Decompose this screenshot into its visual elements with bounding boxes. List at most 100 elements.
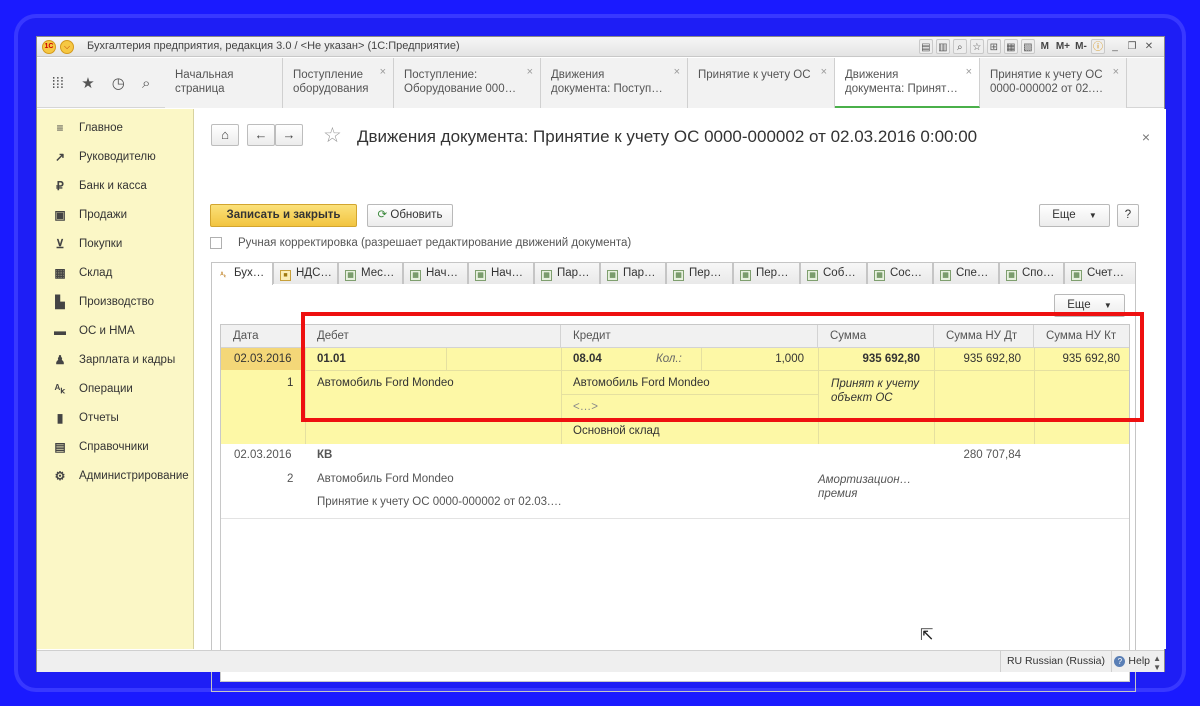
search-doc-icon[interactable]: ⌕ (952, 39, 967, 54)
credit-subconto-3: Основной склад (573, 425, 660, 437)
apps-grid-icon[interactable]: ⁞⁞⁞ (52, 75, 65, 92)
register-icon: ▦ (345, 270, 356, 281)
bar-chart-icon: ▮ (56, 410, 64, 425)
reg-tab-label: Нач… (491, 267, 523, 279)
search-icon[interactable]: ⌕ (142, 75, 150, 92)
memory-plus-button[interactable]: M+ (1055, 39, 1071, 54)
minimize-button[interactable]: _ (1108, 39, 1122, 54)
preview-icon[interactable]: ▥ (935, 39, 950, 54)
sidebar-item-production[interactable]: ▙ Производство (37, 287, 193, 316)
favorite-star-icon[interactable]: ☆ (323, 123, 342, 148)
chevron-down-icon: ▼ (1088, 211, 1097, 220)
forward-button[interactable]: → (275, 124, 303, 146)
close-form-icon[interactable]: × (1142, 129, 1150, 145)
sidebar-item-bank[interactable]: ₽ Банк и касса (37, 171, 193, 200)
sidebar-item-catalogs[interactable]: ▤ Справочники (37, 432, 193, 461)
column-date[interactable]: Дата (221, 325, 305, 348)
sidebar-item-manager[interactable]: ↗ Руководителю (37, 142, 193, 171)
register-icon: ▦ (673, 270, 684, 281)
tab-register-8[interactable]: ▦ Пер… (666, 262, 733, 284)
refresh-button[interactable]: ⟳ Обновить (367, 204, 453, 227)
tab-register-13[interactable]: ▦ Спо… (999, 262, 1064, 284)
register-icon: ▦ (410, 270, 421, 281)
close-tab-icon[interactable]: × (821, 65, 827, 79)
sidebar-item-warehouse[interactable]: ▦ Склад (37, 258, 193, 287)
tab-register-12[interactable]: ▦ Спе… (933, 262, 999, 284)
register-icon: ▦ (1071, 270, 1082, 281)
tab-accounting-register[interactable]: ᴬₖ Бух… (211, 262, 273, 285)
help-label: Help (1128, 655, 1150, 667)
tab-equipment-receipt[interactable]: Поступление: Оборудование 000… × (394, 58, 541, 108)
close-tab-icon[interactable]: × (380, 65, 386, 79)
more-button[interactable]: Еще ▼ (1039, 204, 1110, 227)
tab-label: Поступление: Оборудование 000… (404, 69, 517, 95)
manual-edit-label: Ручная корректировка (разрешает редактир… (238, 237, 632, 249)
register-icon: ■ (280, 270, 291, 281)
history-clock-icon[interactable]: ◷ (112, 74, 125, 92)
tab-register-9[interactable]: ▦ Пер… (733, 262, 800, 284)
tab-register-14[interactable]: ▦ Счет… (1064, 262, 1136, 284)
home-button[interactable]: ⌂ (211, 124, 239, 146)
language-indicator[interactable]: RU Russian (Russia) (999, 651, 1112, 672)
tab-receipt-movements[interactable]: Движения документа: Поступ… × (541, 58, 688, 108)
tab-label: Принятие к учету ОС 0000-000002 от 02.… (990, 69, 1104, 95)
close-tab-icon[interactable]: × (527, 65, 533, 79)
tab-equipment-receipt-list[interactable]: Поступление оборудования × (283, 58, 394, 108)
close-tab-icon[interactable]: × (966, 65, 972, 79)
close-tab-icon[interactable]: × (674, 65, 680, 79)
close-tab-icon[interactable]: × (1113, 65, 1119, 79)
close-window-button[interactable]: ✕ (1142, 39, 1156, 54)
memory-m-button[interactable]: M (1038, 39, 1052, 54)
sidebar-item-reports[interactable]: ▮ Отчеты (37, 403, 193, 432)
tab-asset-acceptance[interactable]: Принятие к учету ОС × (688, 58, 835, 108)
row-separator (221, 518, 1129, 519)
history-icon[interactable]: ⊞ (986, 39, 1001, 54)
more-label: Еще (1052, 209, 1076, 221)
tab-register-11[interactable]: ▦ Сос… (867, 262, 933, 284)
calendar-icon[interactable]: ▦ (1003, 39, 1018, 54)
main-menu-icon[interactable]: ⌵ (60, 40, 74, 54)
save-and-close-button[interactable]: Записать и закрыть (210, 204, 357, 227)
manual-edit-checkbox[interactable] (210, 237, 222, 249)
tab-label: Движения документа: Поступ… (551, 69, 663, 95)
back-button[interactable]: ← (247, 124, 275, 146)
restore-button[interactable]: ❐ (1125, 39, 1139, 54)
arrow-left-icon: ← (254, 127, 268, 142)
reg-tab-label: Соб… (823, 267, 856, 279)
sidebar-item-payroll[interactable]: ♟ Зарплата и кадры (37, 345, 193, 374)
title-toolbar: ▤ ▥ ⌕ ☆ ⊞ ▦ ▧ M M+ M- ⓘ _ ❐ ✕ (918, 39, 1156, 54)
tab-register-10[interactable]: ▦ Соб… (800, 262, 867, 284)
sidebar-item-label: Зарплата и кадры (79, 353, 176, 366)
status-scroll-icon[interactable]: ▲ ▼ (1153, 654, 1161, 672)
help-button[interactable]: ? (1117, 204, 1139, 227)
sidebar-item-fixed-assets[interactable]: ▬ ОС и НМА (37, 316, 193, 345)
sidebar-item-label: Банк и касса (79, 179, 147, 192)
tab-register-5[interactable]: ▦ Нач… (468, 262, 534, 284)
info-icon[interactable]: ⓘ (1091, 39, 1105, 54)
gear-icon: ⚙ (54, 468, 66, 483)
refresh-icon: ⟳ (377, 209, 388, 221)
favorite-icon[interactable]: ☆ (969, 39, 984, 54)
sidebar-item-administration[interactable]: ⚙ Администрирование (37, 461, 193, 490)
tab-register-2[interactable]: ■ НДС… (273, 262, 338, 284)
memory-minus-button[interactable]: M- (1074, 39, 1088, 54)
sidebar-item-sales[interactable]: ▣ Продажи (37, 200, 193, 229)
sidebar-item-main[interactable]: ≡ Главное (37, 113, 193, 142)
help-link[interactable]: ? Help (1114, 651, 1150, 672)
sidebar-item-purchases[interactable]: ⊻ Покупки (37, 229, 193, 258)
tab-register-7[interactable]: ▦ Пар… (600, 262, 666, 284)
tab-register-6[interactable]: ▦ Пар… (534, 262, 600, 284)
row-number: 1 (287, 377, 294, 389)
tab-home-page[interactable]: Начальная страница (165, 58, 283, 108)
sidebar-item-operations[interactable]: ᴬₖ Операции (37, 374, 193, 403)
tab-register-3[interactable]: ▦ Мес… (338, 262, 403, 284)
print-icon[interactable]: ▤ (918, 39, 933, 54)
calculator-icon[interactable]: ▧ (1020, 39, 1035, 54)
register-icon: ▦ (874, 270, 885, 281)
tab-asset-acceptance-doc[interactable]: Принятие к учету ОС 0000-000002 от 02.… … (980, 58, 1127, 108)
tab-register-4[interactable]: ▦ Нач… (403, 262, 468, 284)
favorites-star-icon[interactable]: ★ (81, 74, 94, 92)
tab-acceptance-movements[interactable]: Движения документа: Принят… × (835, 58, 980, 108)
sidebar-item-label: Операции (79, 382, 133, 395)
open-windows-bar: ⁞⁞⁞ ★ ◷ ⌕ Начальная страница Поступление… (37, 58, 1164, 108)
